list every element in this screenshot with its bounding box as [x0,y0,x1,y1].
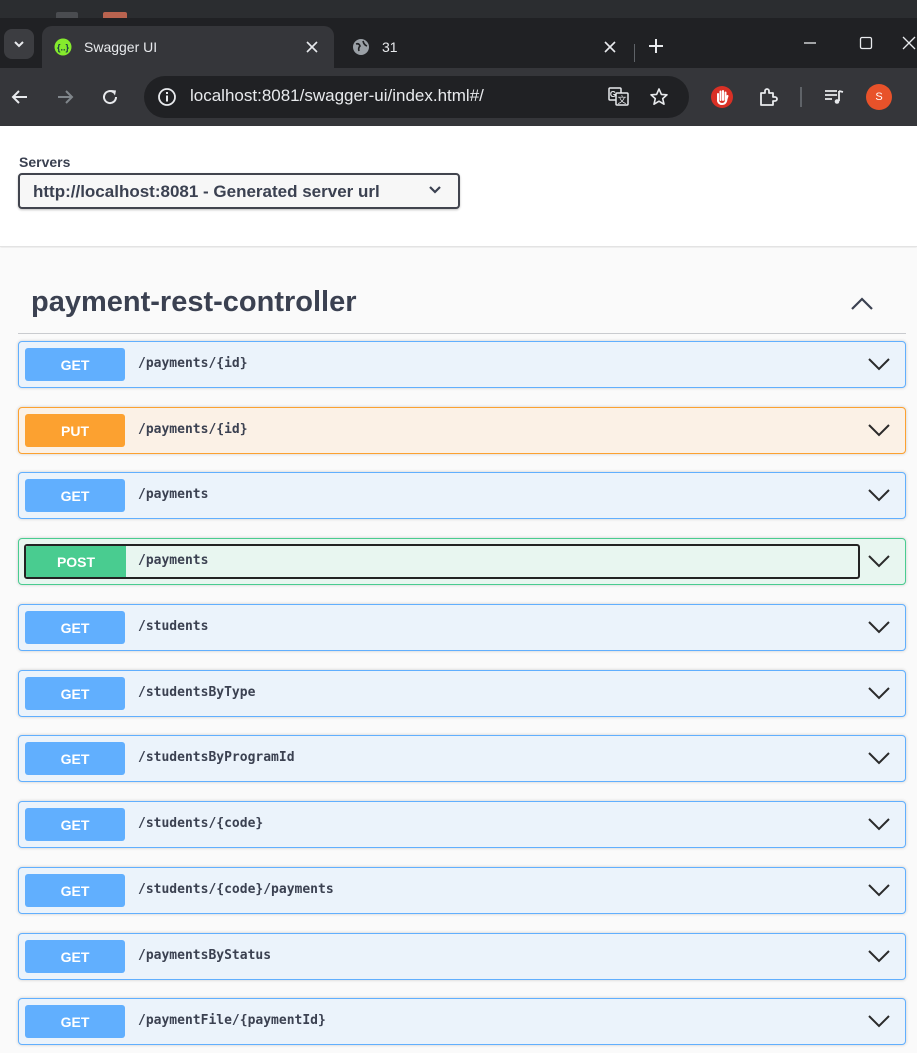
chevron-down-icon[interactable] [867,814,891,834]
operation-path: /students/{code}/payments [138,882,334,897]
operation-get-students-code-payments[interactable]: GET /students/{code}/payments [18,867,906,914]
tab-search-button[interactable] [4,29,34,59]
method-badge: GET [25,677,125,710]
operation-path: /payments/{id} [138,356,248,371]
svg-text:文: 文 [617,94,626,106]
globe-icon [352,38,370,56]
svg-text:{..}: {..} [57,43,70,53]
method-badge: GET [25,742,125,775]
operation-get-students-code[interactable]: GET /students/{code} [18,801,906,848]
operation-put-payments-id[interactable]: PUT /payments/{id} [18,407,906,454]
extensions-puzzle-icon[interactable] [754,83,782,111]
chevron-down-icon[interactable] [867,420,891,440]
chevron-down-icon[interactable] [867,551,891,571]
operation-post-payments[interactable]: POST /payments [18,538,906,585]
method-badge: GET [25,348,125,381]
operation-path: /studentsByType [138,685,256,700]
site-info-icon[interactable] [152,82,182,112]
chevron-down-icon[interactable] [867,683,891,703]
plus-icon [649,39,663,53]
operation-path: /payments [138,487,209,502]
stop-hand-extension-icon[interactable] [708,83,736,111]
url-text[interactable]: localhost:8081/swagger-ui/index.html#/ [190,86,484,106]
chevron-down-icon[interactable] [867,880,891,900]
operation-path: /paymentFile/{paymentId} [138,1013,326,1028]
chevron-down-icon[interactable] [867,617,891,637]
operation-path: /studentsByProgramId [138,750,295,765]
arrow-left-icon [11,90,27,104]
arrow-right-icon [58,90,74,104]
chevron-down-icon[interactable] [867,1011,891,1031]
servers-selected-value: http://localhost:8081 - Generated server… [33,182,380,201]
chevron-down-icon[interactable] [867,748,891,768]
operation-get-students-by-program-id[interactable]: GET /studentsByProgramId [18,735,906,782]
chevron-down-icon [14,41,24,48]
minimize-icon [804,42,816,44]
operation-get-students[interactable]: GET /students [18,604,906,651]
chevron-up-icon [851,297,873,310]
operation-get-payment-file[interactable]: GET /paymentFile/{paymentId} [18,998,906,1045]
browser-toolbar: localhost:8081/swagger-ui/index.html#/ 文… [0,68,917,126]
tab-separator [634,44,635,62]
operation-path: /paymentsByStatus [138,948,272,963]
chevron-down-icon[interactable] [867,354,891,374]
tab-bar: {..} Swagger UI 31 [0,18,917,68]
new-tab-button[interactable] [642,32,670,60]
close-window-button[interactable] [900,28,917,58]
bookmark-star-icon[interactable] [646,84,672,110]
back-button[interactable] [4,81,36,113]
swagger-icon: {..} [54,38,72,56]
svg-text:G: G [610,90,616,99]
forward-button[interactable] [49,81,81,113]
method-badge: GET [25,940,125,973]
method-badge: GET [25,874,125,907]
chevron-down-icon [429,186,441,194]
method-badge: POST [26,546,126,577]
operations-container: payment-rest-controller GET /payments/{i… [0,248,917,1053]
servers-label: Servers [19,154,71,170]
operation-get-payments-id[interactable]: GET /payments/{id} [18,341,906,388]
tag-title[interactable]: payment-rest-controller [31,286,357,319]
window-top-strip [0,0,917,20]
tab-title: 31 [382,39,398,55]
method-badge: PUT [25,414,125,447]
reading-list-icon[interactable] [820,83,848,111]
maximize-icon [859,36,873,50]
operation-get-payments-by-status[interactable]: GET /paymentsByStatus [18,933,906,980]
operation-path: /students/{code} [138,816,264,831]
tab-title: Swagger UI [84,39,158,55]
minimize-button[interactable] [790,28,830,58]
method-badge: GET [25,808,125,841]
close-icon [902,36,915,50]
operation-summary-focused[interactable]: POST /payments [24,544,860,579]
swagger-page: Servers http://localhost:8081 - Generate… [0,126,917,1053]
operation-path: /payments [138,553,209,568]
profile-avatar[interactable]: S [866,84,892,110]
close-tab-icon[interactable] [598,35,622,59]
tab-31[interactable]: 31 [340,26,632,68]
tab-swagger-ui[interactable]: {..} Swagger UI [42,26,334,68]
address-bar[interactable]: localhost:8081/swagger-ui/index.html#/ 文… [144,76,689,118]
method-badge: GET [25,479,125,512]
method-badge: GET [25,1005,125,1038]
reload-button[interactable] [94,81,126,113]
toolbar-separator [800,87,802,107]
close-tab-icon[interactable] [300,35,324,59]
operation-path: /students [138,619,209,634]
collapse-tag-button[interactable] [848,290,876,318]
servers-section: Servers http://localhost:8081 - Generate… [0,126,917,247]
reload-icon [103,90,118,105]
method-badge: GET [25,611,125,644]
maximize-button[interactable] [846,28,886,58]
chevron-down-icon[interactable] [867,946,891,966]
operation-get-payments[interactable]: GET /payments [18,472,906,519]
operation-path: /payments/{id} [138,422,248,437]
operation-get-students-by-type[interactable]: GET /studentsByType [18,670,906,717]
servers-select[interactable]: http://localhost:8081 - Generated server… [18,173,460,209]
translate-icon[interactable]: 文G [606,84,632,110]
tag-header[interactable]: payment-rest-controller [18,276,906,334]
chevron-down-icon[interactable] [867,485,891,505]
